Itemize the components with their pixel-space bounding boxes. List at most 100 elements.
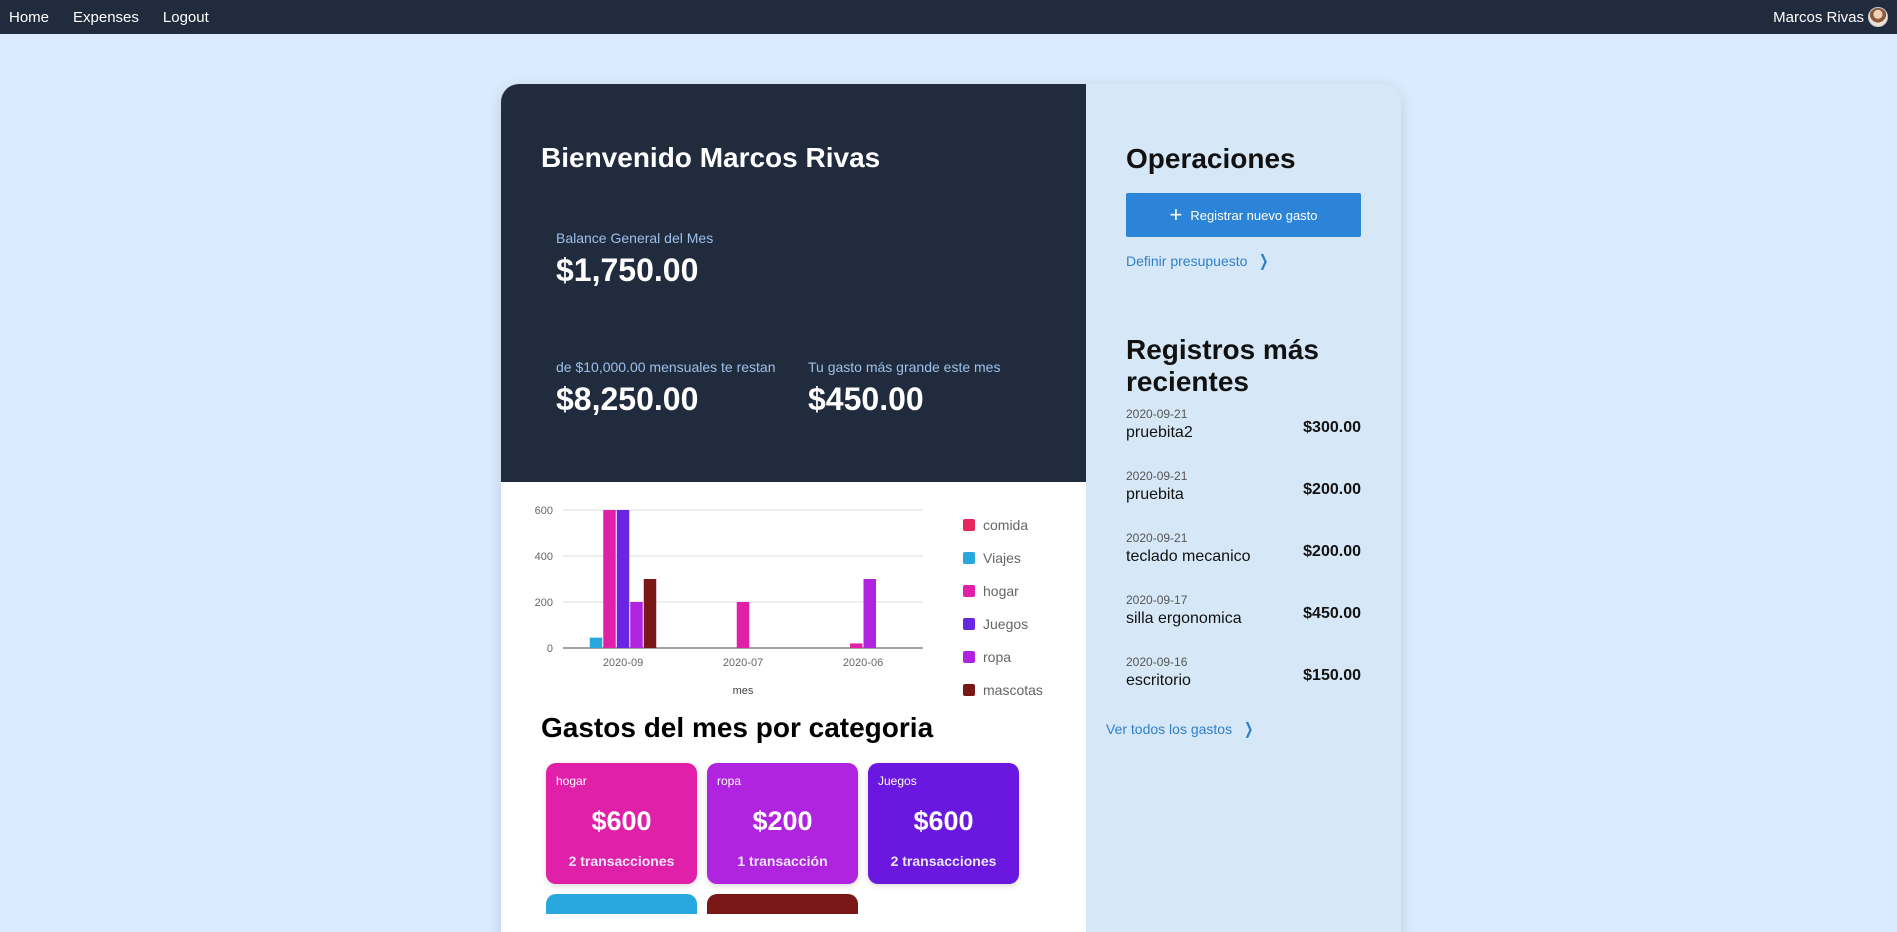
- recent-item[interactable]: 2020-09-21 pruebita2 $300.00: [1126, 407, 1361, 469]
- legend-swatch: [963, 650, 975, 663]
- balance-value: $1,750.00: [556, 252, 699, 288]
- recent-item-amount: $300.00: [1303, 419, 1361, 436]
- nav-expenses-link[interactable]: Expenses: [73, 9, 139, 26]
- recent-item-info: 2020-09-21 teclado mecanico: [1126, 531, 1251, 566]
- recent-item-date: 2020-09-21: [1126, 531, 1188, 545]
- chart-bar: [616, 510, 630, 648]
- chevron-right-icon: ❯: [1244, 721, 1254, 738]
- recent-item-date: 2020-09-21: [1126, 469, 1188, 483]
- stats-row: de $10,000.00 mensuales te restan $8,250…: [541, 359, 1046, 418]
- category-count: 1 transacción: [737, 853, 828, 869]
- category-card[interactable]: Juegos $600 2 transacciones: [868, 763, 1019, 884]
- bar-chart: 0 200 400 600 2020-09 2020-07 2020-06 mes: [535, 505, 923, 697]
- chart-bar: [736, 602, 750, 648]
- legend-item: Viajes: [963, 541, 1043, 574]
- category-name: Juegos: [878, 774, 917, 788]
- legend-item: hogar: [963, 574, 1043, 607]
- x-tick-label: 2020-09: [603, 657, 643, 669]
- recent-item-date: 2020-09-17: [1126, 593, 1188, 607]
- largest-expense-label: Tu gasto más grande este mes: [808, 359, 1001, 375]
- user-menu[interactable]: Marcos Rivas: [1773, 7, 1888, 27]
- operations-panel: Operaciones + Registrar nuevo gasto Defi…: [1086, 84, 1401, 932]
- recent-item-name: teclado mecanico: [1126, 548, 1251, 565]
- monthly-chart: 0 200 400 600 2020-09 2020-07 2020-06 mes comid…: [501, 482, 1086, 712]
- define-budget-label: Definir presupuesto: [1126, 253, 1248, 269]
- summary-hero: Bienvenido Marcos Rivas Balance General …: [501, 84, 1086, 482]
- dashboard-card: Bienvenido Marcos Rivas Balance General …: [501, 84, 1401, 932]
- recent-item[interactable]: 2020-09-16 escritorio $150.00: [1126, 655, 1361, 717]
- chart-bar: [643, 579, 657, 648]
- category-count: 2 transacciones: [568, 853, 675, 869]
- remaining-label: de $10,000.00 mensuales te restan: [556, 359, 776, 375]
- recent-list: 2020-09-21 pruebita2 $300.00 2020-09-21 prue…: [1126, 407, 1361, 717]
- y-tick-label: 0: [547, 643, 553, 655]
- category-cards: hogar $600 2 transacciones ropa $200 1 transa…: [501, 763, 1086, 884]
- chart-bar: [603, 510, 616, 648]
- legend-item: mascotas: [963, 673, 1043, 706]
- category-count: 2 transacciones: [890, 853, 997, 869]
- recent-item[interactable]: 2020-09-21 pruebita $200.00: [1126, 469, 1361, 531]
- legend-item: Juegos: [963, 607, 1043, 640]
- recent-item-amount: $200.00: [1303, 481, 1361, 498]
- recent-item-info: 2020-09-17 silla ergonomica: [1126, 593, 1242, 628]
- y-tick-label: 200: [535, 597, 553, 609]
- recent-item-date: 2020-09-21: [1126, 407, 1188, 421]
- nav-links: Home Expenses Logout: [9, 9, 209, 26]
- legend-label: mascotas: [983, 681, 1043, 698]
- nav-logout-link[interactable]: Logout: [163, 9, 209, 26]
- y-tick-label: 400: [535, 551, 553, 563]
- balance-stat: Balance General del Mes $1,750.00: [541, 230, 1046, 289]
- recent-item-date: 2020-09-16: [1126, 655, 1188, 669]
- legend-label: hogar: [983, 582, 1019, 599]
- define-budget-link[interactable]: Definir presupuesto ❯: [1126, 251, 1361, 271]
- operations-title: Operaciones: [1126, 143, 1296, 174]
- welcome-title: Bienvenido Marcos Rivas: [541, 142, 881, 173]
- category-amount: $600: [913, 806, 974, 836]
- avatar: [1868, 7, 1888, 27]
- chart-bar: [850, 643, 863, 648]
- category-cards-row2: [501, 894, 1086, 914]
- recent-item-name: silla ergonomica: [1126, 610, 1242, 627]
- recent-item-info: 2020-09-21 pruebita: [1126, 469, 1187, 504]
- category-amount: $200: [752, 806, 813, 836]
- top-navbar: Home Expenses Logout Marcos Rivas: [0, 0, 1897, 34]
- recent-item[interactable]: 2020-09-17 silla ergonomica $450.00: [1126, 593, 1361, 655]
- legend-swatch: [963, 551, 975, 564]
- recent-item[interactable]: 2020-09-21 teclado mecanico $200.00: [1126, 531, 1361, 593]
- category-amount: $600: [591, 806, 652, 836]
- register-expense-button[interactable]: + Registrar nuevo gasto: [1126, 193, 1361, 237]
- category-card[interactable]: [707, 894, 858, 914]
- x-tick-label: 2020-06: [843, 657, 883, 669]
- legend-label: comida: [983, 516, 1029, 533]
- category-card[interactable]: ropa $200 1 transacción: [707, 763, 858, 884]
- legend-swatch: [963, 518, 975, 531]
- recent-item-amount: $150.00: [1303, 667, 1361, 684]
- recent-item-info: 2020-09-21 pruebita2: [1126, 407, 1193, 442]
- legend-item: comida: [963, 508, 1043, 541]
- x-tick-label: 2020-07: [723, 657, 763, 669]
- legend-swatch: [963, 617, 975, 630]
- category-card[interactable]: [546, 894, 697, 914]
- category-card[interactable]: hogar $600 2 transacciones: [546, 763, 697, 884]
- view-all-expenses-link[interactable]: Ver todos los gastos ❯: [1106, 719, 1361, 739]
- plus-icon: +: [1169, 202, 1183, 227]
- recent-item-name: pruebita: [1126, 486, 1184, 503]
- remaining-stat: de $10,000.00 mensuales te restan $8,250…: [556, 359, 808, 418]
- nav-home-link[interactable]: Home: [9, 9, 49, 26]
- category-name: ropa: [717, 774, 742, 788]
- recent-item-info: 2020-09-16 escritorio: [1126, 655, 1191, 690]
- chart-bar: [863, 579, 876, 648]
- categories-title: Gastos del mes por categoria: [541, 712, 934, 743]
- chart-bar: [630, 602, 643, 648]
- recent-item-amount: $450.00: [1303, 605, 1361, 622]
- legend-label: Juegos: [983, 615, 1029, 632]
- legend-item: ropa: [963, 640, 1043, 673]
- largest-expense-stat: Tu gasto más grande este mes $450.00: [808, 359, 1000, 418]
- legend-label: Viajes: [983, 549, 1021, 566]
- recent-item-name: pruebita2: [1126, 424, 1193, 441]
- main-panel: Bienvenido Marcos Rivas Balance General …: [501, 84, 1086, 932]
- recent-item-amount: $200.00: [1303, 543, 1361, 560]
- legend-swatch: [963, 584, 975, 597]
- x-axis-label: mes: [733, 685, 754, 697]
- remaining-value: $8,250.00: [556, 381, 699, 417]
